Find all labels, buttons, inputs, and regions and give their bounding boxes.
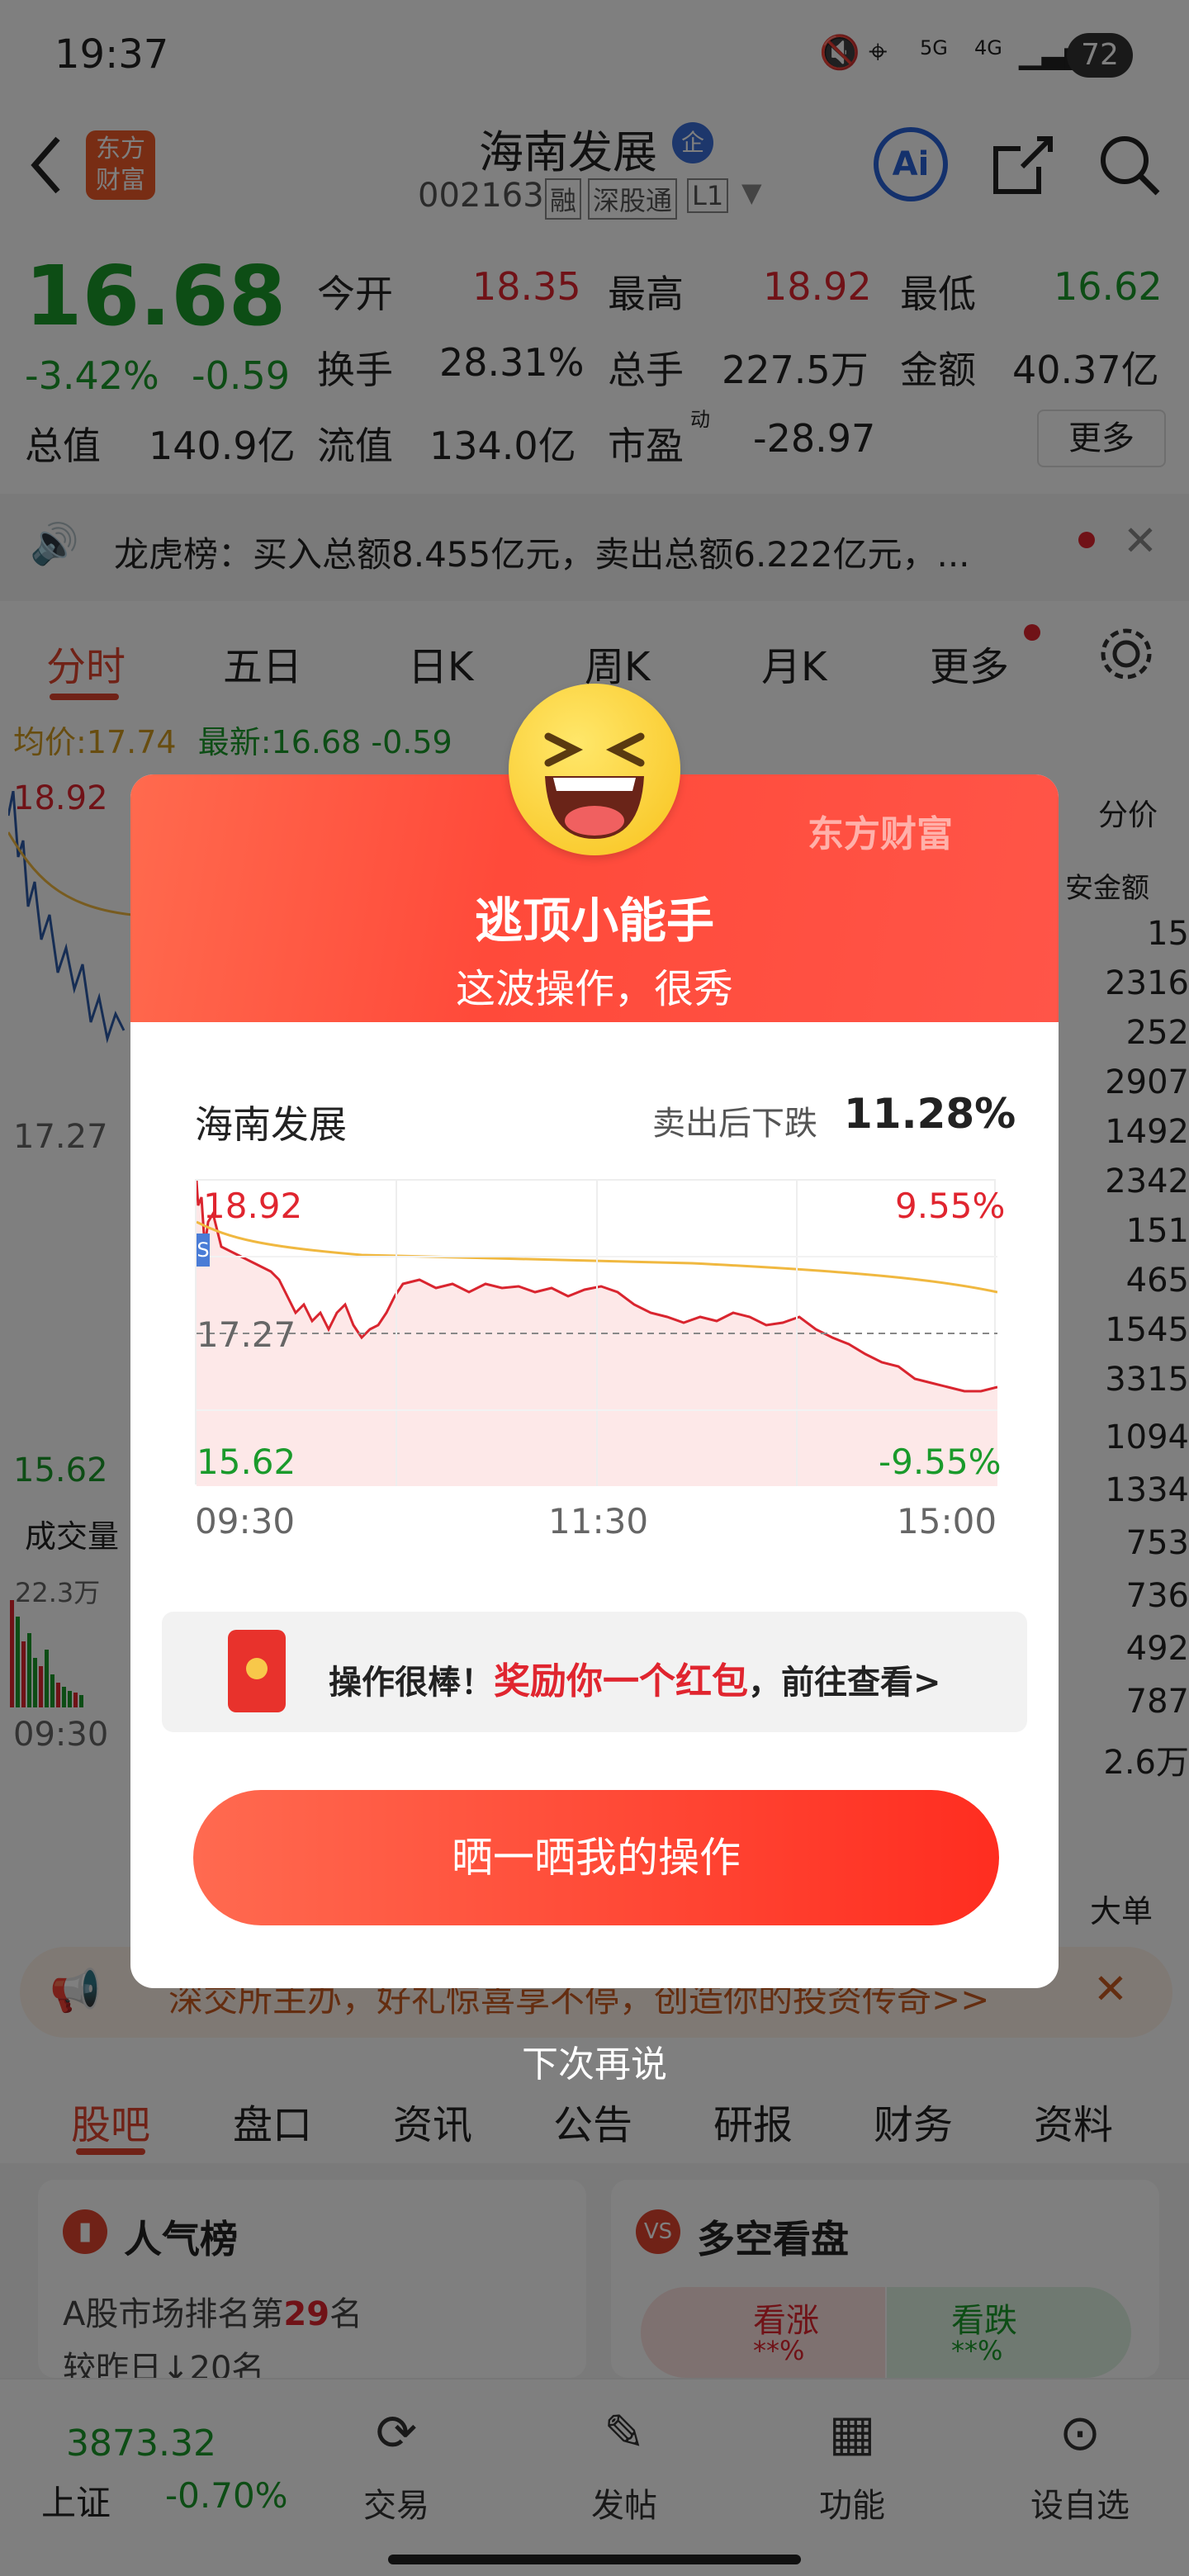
- mini-bottom-right: -9.55%: [879, 1442, 1002, 1482]
- mini-chart-svg: [197, 1181, 997, 1486]
- drop-label: 卖出后下跌: [652, 1105, 817, 1143]
- mini-time-end: 15:00: [897, 1501, 997, 1541]
- modal-title: 逃顶小能手: [474, 893, 714, 949]
- red-packet-icon: [228, 1630, 286, 1712]
- achievement-modal: 东方财富 逃顶小能手 这波操作，很秀 海南发展 卖出后下跌 11.28% S 1…: [130, 774, 1059, 1988]
- modal-subtitle: 这波操作，很秀: [455, 966, 733, 1012]
- share-operation-button[interactable]: 晒一晒我的操作: [193, 1790, 999, 1925]
- dismiss-link[interactable]: 下次再说: [0, 2034, 1189, 2087]
- mini-mid: 17.27: [197, 1314, 296, 1355]
- mini-bottom-left: 15.62: [197, 1442, 296, 1482]
- mini-chart: S 18.92 9.55% 17.27 15.62 -9.55%: [195, 1179, 1005, 1486]
- brand-watermark: 东方财富: [808, 813, 953, 855]
- mini-top-right: 9.55%: [895, 1186, 1006, 1226]
- laughing-emoji-icon: [509, 684, 680, 855]
- sell-marker: S: [197, 1234, 210, 1267]
- mini-time-mid: 11:30: [548, 1501, 649, 1541]
- drop-value: 11.28%: [844, 1090, 1016, 1138]
- mini-time-start: 09:30: [195, 1501, 296, 1541]
- reward-text: 操作很棒！奖励你一个红包，前往查看>: [329, 1660, 941, 1702]
- mini-top-left: 18.92: [203, 1186, 303, 1226]
- stock-name: 海南发展: [195, 1102, 347, 1147]
- red-packet-banner[interactable]: 操作很棒！奖励你一个红包，前往查看>: [162, 1612, 1027, 1732]
